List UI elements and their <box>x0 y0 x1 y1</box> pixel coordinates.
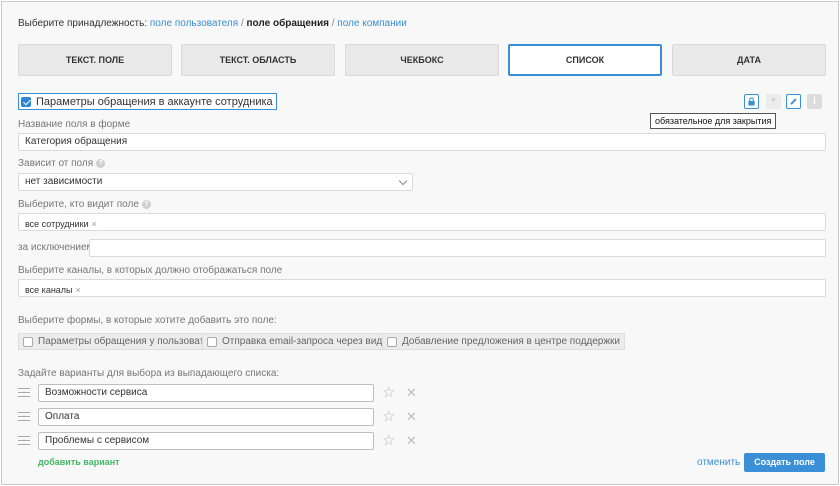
pencil-icon <box>790 98 797 105</box>
field-name-label-text: Название поля в форме <box>18 119 131 130</box>
chevron-down-icon <box>398 176 408 186</box>
help-icon[interactable]: ? <box>96 159 106 168</box>
checkbox-unchecked-icon <box>387 336 397 347</box>
option-input[interactable]: Возможности сервиса <box>38 384 374 402</box>
user-field-link[interactable]: поле пользователя <box>150 18 238 29</box>
except-label-text: за исключением: <box>18 242 97 253</box>
checkbox-unchecked-icon <box>23 336 33 347</box>
form-email-widget-checkbox[interactable]: Отправка email-запроса через виджет <box>202 333 404 350</box>
visible-to-label-text: Выберите, кто видит поле <box>18 199 139 210</box>
form-support-center-label: Добавление предложения в центре поддержк… <box>402 336 621 347</box>
create-field-button[interactable]: Создать поле <box>744 453 825 472</box>
visible-to-tag-label: все сотрудники <box>25 219 89 229</box>
ticket-field-current: поле обращения <box>246 18 329 29</box>
form-user-params-checkbox[interactable]: Параметры обращения у пользователя <box>18 333 226 350</box>
remove-tag-icon[interactable]: × <box>92 219 97 229</box>
channels-label: Выберите каналы, в которых должно отобра… <box>18 265 282 276</box>
remove-tag-icon[interactable]: × <box>76 285 81 295</box>
drag-handle-icon[interactable] <box>18 436 30 446</box>
checkbox-checked-icon <box>21 96 31 107</box>
channels-tag-label: все каналы <box>25 285 73 295</box>
drag-handle-icon[interactable] <box>18 388 30 398</box>
star-icon[interactable]: ☆ <box>382 433 395 448</box>
field-name-input[interactable]: Категория обращения <box>18 133 826 151</box>
field-editor-panel: Выберите принадлежность: поле пользовате… <box>1 1 839 485</box>
star-icon[interactable]: ☆ <box>382 385 395 400</box>
agent-params-checkbox[interactable]: Параметры обращения в аккаунте сотрудник… <box>18 93 277 110</box>
channels-input[interactable]: все каналы × <box>18 279 826 297</box>
form-email-widget-label: Отправка email-запроса через виджет <box>222 336 399 347</box>
type-text-field-button[interactable]: ТЕКСТ. ПОЛЕ <box>18 44 172 76</box>
close-icon[interactable]: ✕ <box>406 410 417 424</box>
depends-on-label-text: Зависит от поля <box>18 158 94 169</box>
required-lock-button[interactable] <box>744 94 759 109</box>
type-checkbox-button[interactable]: ЧЕКБОКС <box>345 44 499 76</box>
separator: / <box>240 18 244 29</box>
option-input[interactable]: Проблемы с сервисом <box>38 432 374 450</box>
visible-to-tag: все сотрудники × <box>25 216 97 232</box>
forms-label: Выберите формы, в которые хотите добавит… <box>18 315 277 326</box>
asterisk-button[interactable]: * <box>766 94 781 109</box>
channels-tag: все каналы × <box>25 282 81 298</box>
visible-to-input[interactable]: все сотрудники × <box>18 213 826 231</box>
field-type-tabs: ТЕКСТ. ПОЛЕ ТЕКСТ. ОБЛАСТЬ ЧЕКБОКС СПИСО… <box>18 44 826 76</box>
ownership-prompt: Выберите принадлежность: <box>18 18 148 29</box>
depends-on-select[interactable]: нет зависимости <box>18 173 413 191</box>
options-label-text: Задайте варианты для выбора из выпадающе… <box>18 368 280 379</box>
depends-on-label: Зависит от поля ? <box>18 158 106 169</box>
type-date-button[interactable]: ДАТА <box>672 44 826 76</box>
forms-label-text: Выберите формы, в которые хотите добавит… <box>18 315 277 326</box>
required-tooltip: обязательное для закрытия <box>650 113 777 129</box>
checkbox-unchecked-icon <box>207 336 217 347</box>
agent-params-label: Параметры обращения в аккаунте сотрудник… <box>36 95 273 108</box>
form-user-params-label: Параметры обращения у пользователя <box>38 336 221 347</box>
cancel-link[interactable]: отменить <box>697 457 740 468</box>
help-icon[interactable]: ? <box>141 200 151 209</box>
separator: / <box>331 18 335 29</box>
ownership-selector: Выберите принадлежность: поле пользовате… <box>18 18 407 29</box>
asterisk-icon: * <box>771 95 776 108</box>
info-icon: i <box>813 96 816 107</box>
close-icon[interactable]: ✕ <box>406 434 417 448</box>
type-text-area-button[interactable]: ТЕКСТ. ОБЛАСТЬ <box>181 44 335 76</box>
add-variant-link[interactable]: добавить вариант <box>38 457 120 467</box>
info-button[interactable]: i <box>807 94 822 109</box>
channels-label-text: Выберите каналы, в которых должно отобра… <box>18 265 283 276</box>
lock-icon <box>748 97 755 106</box>
star-icon[interactable]: ☆ <box>382 409 395 424</box>
depends-on-value: нет зависимости <box>25 176 103 187</box>
close-icon[interactable]: ✕ <box>406 386 417 400</box>
visible-to-label: Выберите, кто видит поле ? <box>18 199 151 210</box>
edit-button[interactable] <box>786 94 801 109</box>
company-field-link[interactable]: поле компании <box>337 18 407 29</box>
drag-handle-icon[interactable] <box>18 412 30 422</box>
except-label: за исключением: <box>18 242 96 253</box>
field-name-label: Название поля в форме <box>18 119 130 130</box>
form-support-center-checkbox[interactable]: Добавление предложения в центре поддержк… <box>382 333 626 350</box>
except-input[interactable] <box>89 239 826 257</box>
options-label: Задайте варианты для выбора из выпадающе… <box>18 368 279 379</box>
option-input[interactable]: Оплата <box>38 408 374 426</box>
type-list-button[interactable]: СПИСОК <box>508 44 662 76</box>
